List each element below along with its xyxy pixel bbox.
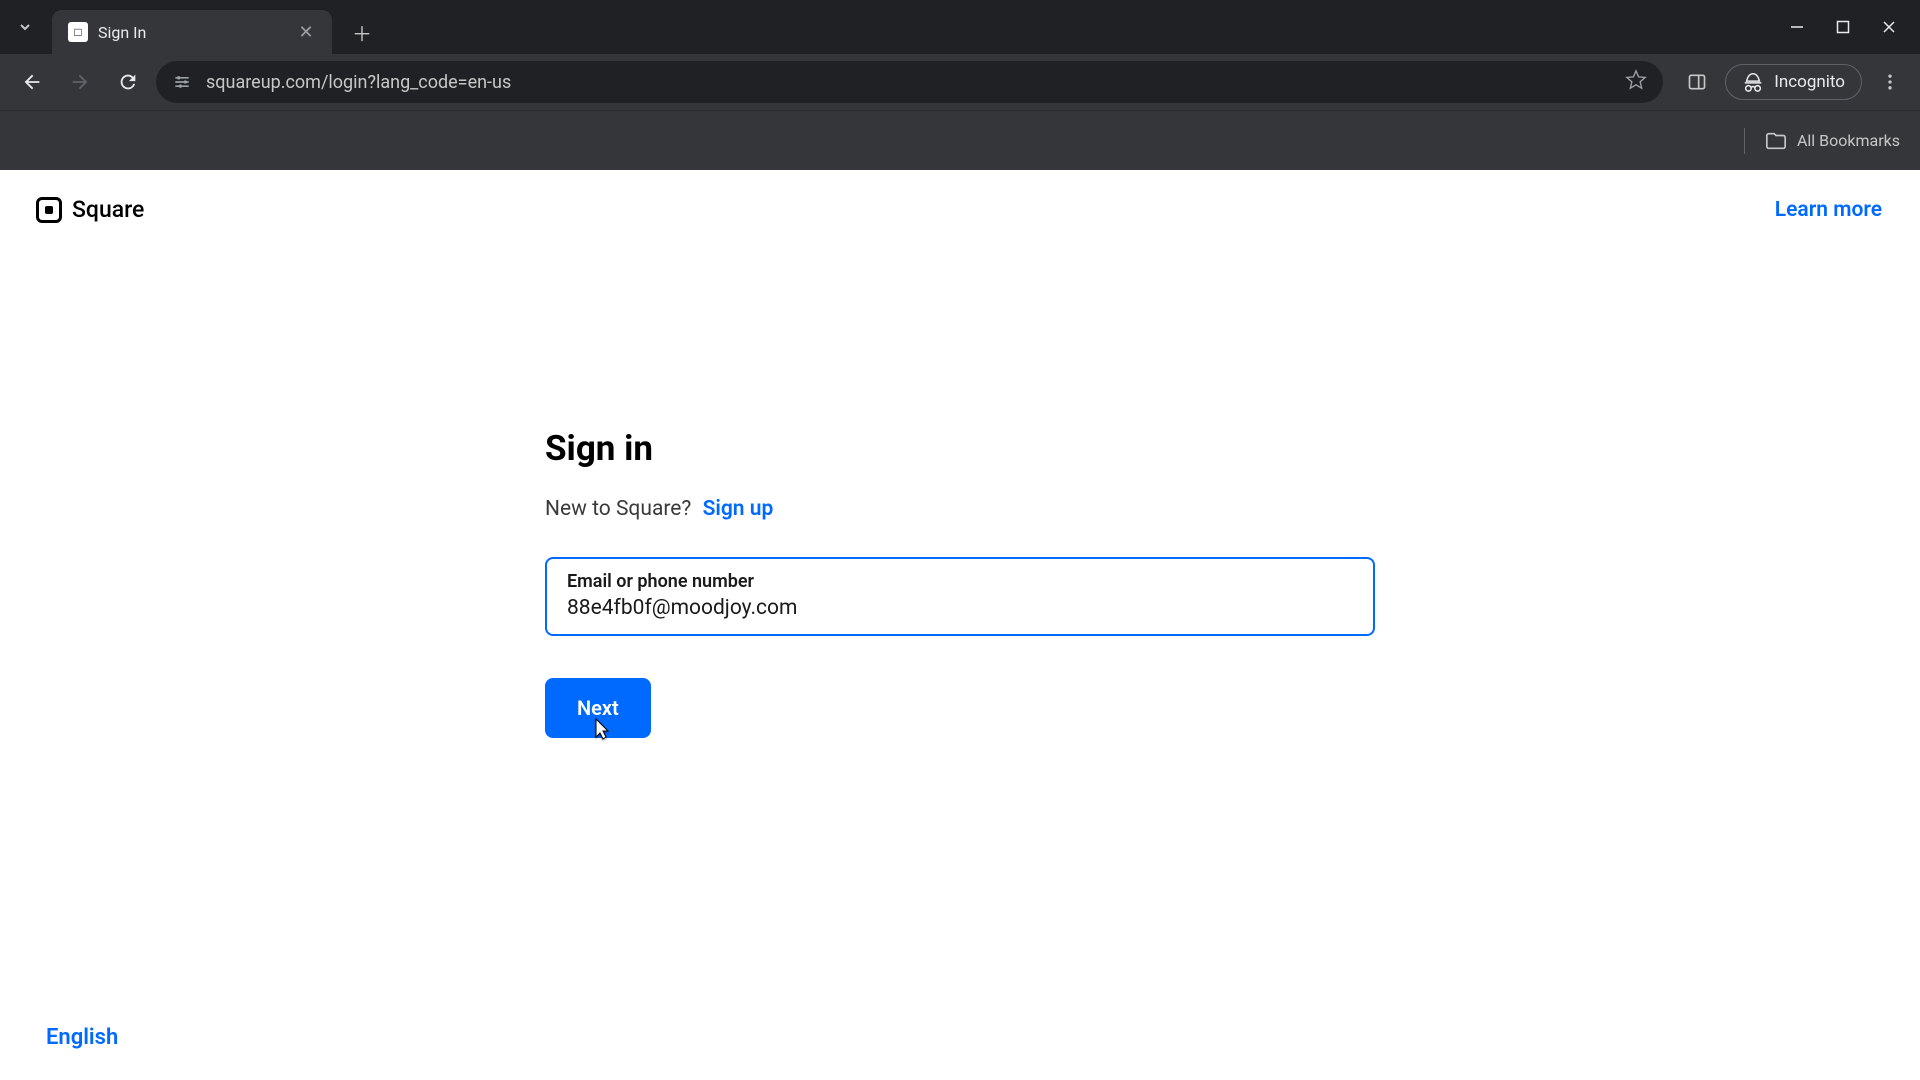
- signup-link[interactable]: Sign up: [703, 497, 774, 521]
- square-logo-mark-icon: [36, 197, 62, 223]
- signin-form: Sign in New to Square? Sign up Email or …: [545, 428, 1375, 738]
- bookmarks-bar: All Bookmarks: [0, 110, 1920, 170]
- tab-bar: □ Sign In ✕ ＋: [0, 0, 1920, 54]
- incognito-label: Incognito: [1774, 72, 1845, 92]
- toolbar-right: Incognito: [1671, 64, 1908, 100]
- square-logo-text: Square: [72, 196, 144, 223]
- site-settings-icon[interactable]: [172, 72, 192, 92]
- email-label: Email or phone number: [567, 571, 1353, 592]
- close-tab-icon[interactable]: ✕: [296, 22, 316, 42]
- side-panel-icon[interactable]: [1679, 64, 1715, 100]
- incognito-indicator[interactable]: Incognito: [1725, 64, 1862, 100]
- address-bar[interactable]: squareup.com/login?lang_code=en-us: [156, 61, 1663, 103]
- language-selector[interactable]: English: [46, 1025, 118, 1050]
- browser-tab[interactable]: □ Sign In ✕: [52, 10, 332, 54]
- browser-chrome: □ Sign In ✕ ＋: [0, 0, 1920, 170]
- all-bookmarks-label: All Bookmarks: [1797, 131, 1900, 150]
- tab-title: Sign In: [98, 23, 286, 42]
- maximize-icon[interactable]: [1834, 18, 1852, 36]
- back-button[interactable]: [12, 62, 52, 102]
- learn-more-link[interactable]: Learn more: [1775, 198, 1882, 222]
- signin-prompt: New to Square? Sign up: [545, 497, 1375, 521]
- tab-favicon: □: [68, 22, 88, 42]
- address-toolbar: squareup.com/login?lang_code=en-us Incog…: [0, 54, 1920, 110]
- reload-button[interactable]: [108, 62, 148, 102]
- divider: [1744, 128, 1745, 154]
- page-header: Square Learn more: [0, 170, 1920, 223]
- window-controls: [1788, 18, 1920, 36]
- tab-search-dropdown[interactable]: [6, 8, 44, 46]
- new-tab-button[interactable]: ＋: [344, 14, 380, 50]
- email-field-wrapper[interactable]: Email or phone number: [545, 557, 1375, 636]
- next-button[interactable]: Next: [545, 678, 651, 738]
- forward-button[interactable]: [60, 62, 100, 102]
- close-window-icon[interactable]: [1880, 18, 1898, 36]
- incognito-icon: [1742, 71, 1764, 93]
- page-content: Square Learn more Sign in New to Square?…: [0, 170, 1920, 1080]
- square-logo[interactable]: Square: [36, 196, 144, 223]
- browser-menu-icon[interactable]: [1872, 64, 1908, 100]
- url-text: squareup.com/login?lang_code=en-us: [206, 72, 1611, 93]
- signin-heading: Sign in: [545, 428, 1375, 469]
- all-bookmarks-button[interactable]: All Bookmarks: [1765, 130, 1900, 152]
- prompt-prefix: New to Square?: [545, 497, 691, 521]
- minimize-icon[interactable]: [1788, 18, 1806, 36]
- folder-icon: [1765, 130, 1787, 152]
- bookmark-star-icon[interactable]: [1625, 69, 1647, 95]
- email-input[interactable]: [567, 596, 1353, 620]
